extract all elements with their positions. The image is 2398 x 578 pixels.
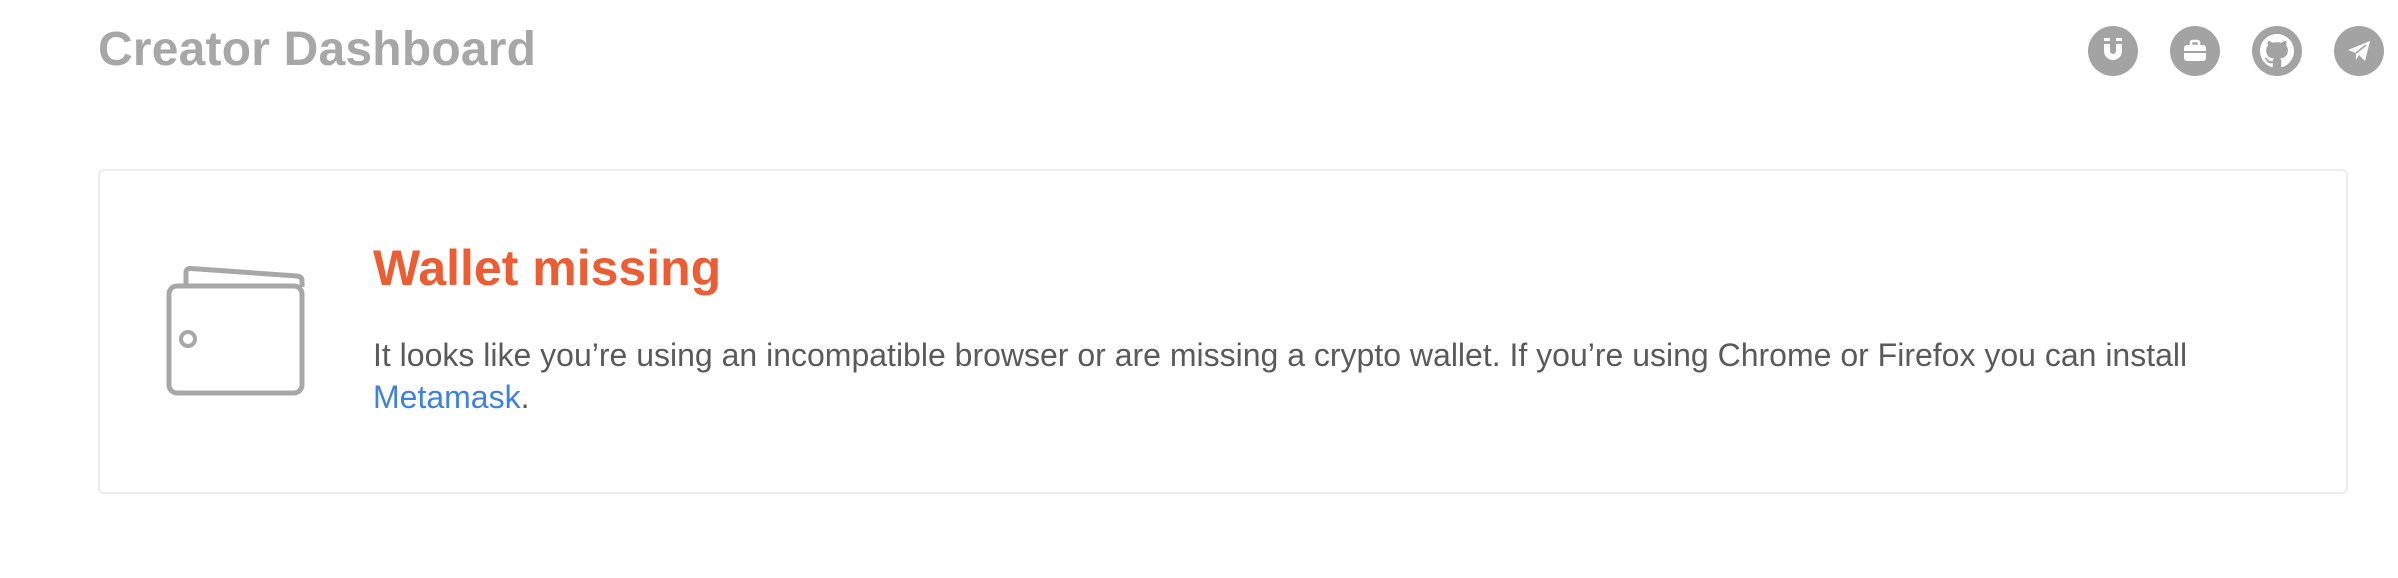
briefcase-icon[interactable] <box>2170 26 2220 76</box>
alert-message-text: It looks like you’re using an incompatib… <box>373 337 2188 373</box>
wallet-missing-card: Wallet missing It looks like you’re usin… <box>98 169 2348 494</box>
alert-message: It looks like you’re using an incompatib… <box>373 334 2313 418</box>
alert-title: Wallet missing <box>373 240 722 296</box>
metamask-link[interactable]: Metamask <box>373 379 521 415</box>
github-icon[interactable] <box>2252 26 2302 76</box>
magnet-icon[interactable] <box>2088 26 2138 76</box>
header-icon-bar <box>2088 26 2384 76</box>
telegram-icon[interactable] <box>2334 26 2384 76</box>
wallet-icon <box>164 259 314 404</box>
page-title: Creator Dashboard <box>98 23 537 76</box>
alert-message-suffix: . <box>520 379 530 415</box>
page: Creator Dashboard Wallet missing It look… <box>0 0 2398 578</box>
